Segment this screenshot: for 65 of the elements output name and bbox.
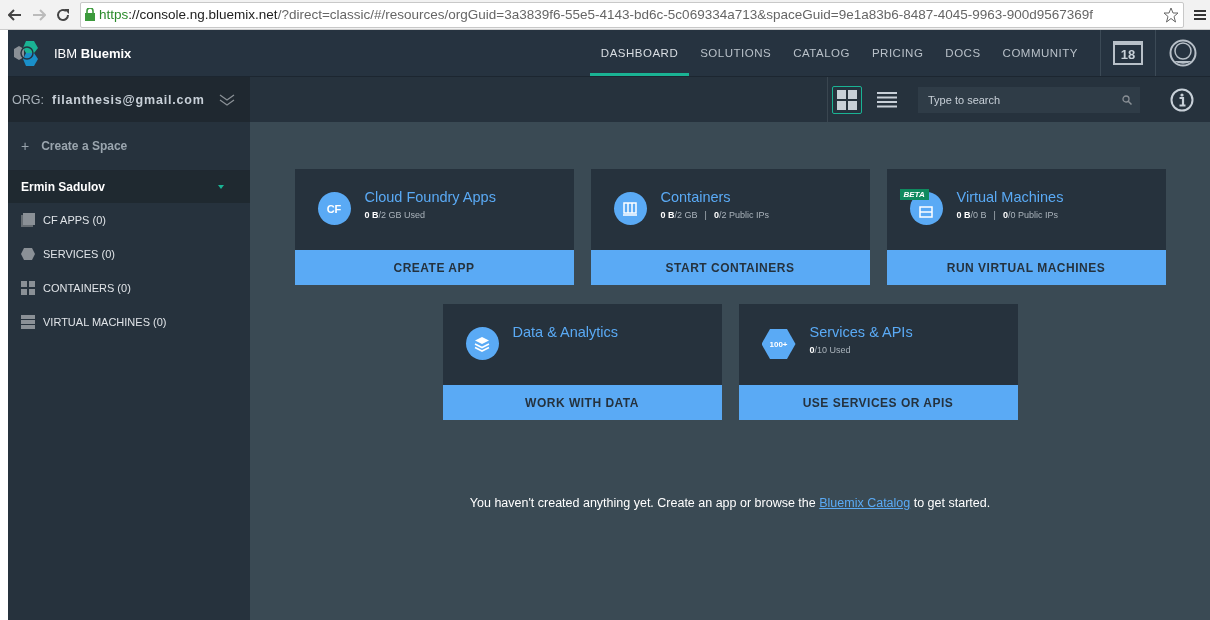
- usage-text: 0/10 Used: [809, 345, 851, 355]
- create-space-label: Create a Space: [41, 139, 128, 153]
- space-name: Ermin Sadulov: [21, 180, 106, 194]
- nav-tab[interactable]: COMMUNITY: [991, 30, 1089, 76]
- usage-text: 0 B/2 GB Used: [364, 210, 426, 220]
- logo-icon: [12, 39, 40, 67]
- info-icon[interactable]: [1170, 87, 1194, 112]
- org-label: ORG:: [12, 92, 44, 107]
- container-icon: [613, 192, 647, 225]
- hexagon-icon: [21, 248, 35, 260]
- layers-icon: [465, 327, 499, 360]
- catalog-link[interactable]: Bluemix Catalog: [819, 496, 911, 510]
- usage-text: 0 B/2 GB: [660, 210, 698, 220]
- card-action-button[interactable]: RUN VIRTUAL MACHINES: [886, 250, 1166, 285]
- star-icon[interactable]: [1163, 6, 1179, 23]
- usage-text: 0/0 Public IPs: [1002, 210, 1058, 220]
- beta-badge: BETA: [899, 189, 929, 200]
- org-selector[interactable]: ORG: filanthesis@gmail.com: [8, 77, 250, 122]
- nav-tab[interactable]: DOCS: [934, 30, 992, 76]
- card-action-button[interactable]: CREATE APP: [294, 250, 574, 285]
- space-header[interactable]: Ermin Sadulov: [8, 171, 250, 203]
- avatar-icon[interactable]: [1169, 39, 1197, 67]
- lock-icon: [85, 8, 95, 21]
- card-title: Services & APIs: [809, 324, 913, 340]
- card-title: Cloud Foundry Apps: [364, 189, 496, 205]
- url-text: https://console.ng.bluemix.net/?direct=classic/#/resources/orgGuid=3a3839f6-55e5-4143-bd6c-5c069334a713&spaceGuid=9e1a83b6-8487-4045-9963-900d9567369f: [99, 7, 1094, 22]
- search-input[interactable]: Type to search: [926, 92, 1100, 107]
- separator: |: [993, 210, 996, 220]
- sidebar-label: VIRTUAL MACHINES (0): [43, 316, 167, 328]
- sidebar-item[interactable]: SERVICES (0): [8, 237, 250, 271]
- sidebar-item[interactable]: VIRTUAL MACHINES (0): [8, 305, 250, 339]
- search-icon: [1122, 94, 1132, 105]
- sidebar-label: CONTAINERS (0): [43, 282, 131, 294]
- usage-text: 0 B/0 B: [956, 210, 987, 220]
- nav-tab[interactable]: SOLUTIONS: [689, 30, 783, 76]
- sidebar-label: CF APPS (0): [43, 214, 106, 226]
- empty-message: You haven't created anything yet. Create an app or browse the Bluemix Catalog to get started.: [469, 496, 991, 510]
- grid-view-button[interactable]: [832, 85, 862, 114]
- server-icon: [21, 315, 35, 329]
- card-title: Containers: [660, 189, 732, 205]
- sidebar-label: SERVICES (0): [43, 248, 115, 260]
- app-icon: CF: [317, 192, 351, 225]
- menu-icon[interactable]: [1194, 8, 1206, 21]
- usage-text: 0/2 Public IPs: [713, 210, 769, 220]
- card-action-button[interactable]: USE SERVICES OR APIS: [738, 385, 1018, 420]
- back-icon[interactable]: [8, 8, 22, 21]
- plus-icon: +: [21, 138, 30, 154]
- card-action-button[interactable]: WORK WITH DATA: [442, 385, 722, 420]
- grid-icon: [21, 281, 35, 295]
- reload-icon[interactable]: [56, 7, 70, 22]
- square-icon: [21, 213, 35, 227]
- sidebar-item[interactable]: CONTAINERS (0): [8, 271, 250, 305]
- search-field[interactable]: Type to search: [918, 86, 1140, 113]
- nav-tab[interactable]: PRICING: [860, 30, 935, 76]
- sidebar-item[interactable]: CF APPS (0): [8, 203, 250, 237]
- card-title: Data & Analytics: [512, 324, 619, 340]
- card-title: Virtual Machines: [956, 189, 1064, 205]
- address-bar[interactable]: https://console.ng.bluemix.net/?direct=classic/#/resources/orgGuid=3a3839f6-55e5-4143-bd6c-5c069334a713&spaceGuid=9e1a83b6-8487-4045-9963-900d9567369f: [80, 1, 1184, 28]
- chevron-icon: [218, 93, 235, 106]
- org-email: filanthesis@gmail.com: [51, 92, 205, 107]
- brand-name: IBM Bluemix: [54, 45, 132, 61]
- nav-tab[interactable]: CATALOG: [782, 30, 861, 76]
- calendar-icon[interactable]: 18: [1113, 41, 1143, 65]
- separator: |: [704, 210, 707, 220]
- card-action-button[interactable]: START CONTAINERS: [590, 250, 870, 285]
